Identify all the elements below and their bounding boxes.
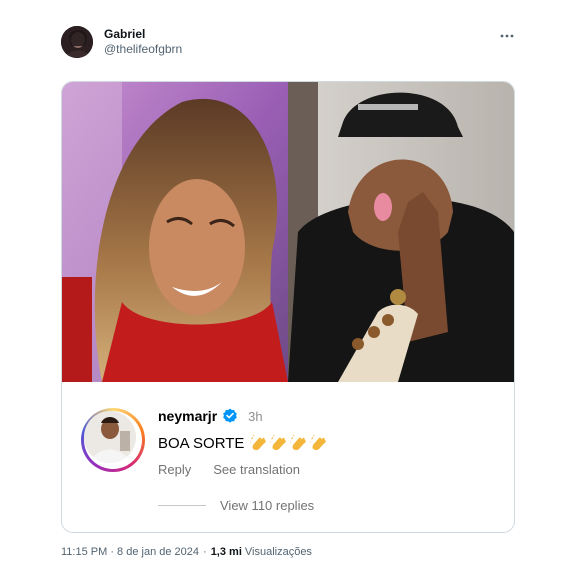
comment-text: BOA SORTE <box>158 434 330 452</box>
tweet-header: Gabriel @thelifeofgbrn <box>61 26 182 58</box>
woman-photo-image <box>62 82 288 382</box>
author-avatar[interactable] <box>61 26 93 58</box>
clapping-hands-emoji <box>310 434 327 451</box>
meta-separator: · <box>203 546 207 558</box>
man-photo-image <box>288 82 514 382</box>
author-handle[interactable]: @thelifeofgbrn <box>104 42 182 57</box>
commenter-username[interactable]: neymarjr <box>158 408 217 424</box>
see-translation-button[interactable]: See translation <box>213 462 300 477</box>
views-label: Visualizações <box>244 546 312 558</box>
commenter-avatar <box>84 411 136 463</box>
commenter-avatar-image <box>84 411 136 463</box>
view-replies-button[interactable]: View 110 replies <box>220 498 314 513</box>
tweet: Gabriel @thelifeofgbrn neymarjr 3h BOA S… <box>0 0 580 580</box>
verified-badge-icon <box>223 408 237 423</box>
photo-man <box>288 82 514 382</box>
replies-divider <box>158 505 206 506</box>
commenter-header: neymarjr 3h <box>158 408 263 424</box>
tweet-meta: 11:15 PM · 8 de jan de 2024 · 1,3 mi Vis… <box>61 546 312 558</box>
photo-collage <box>62 82 514 382</box>
clapping-hands-emoji <box>250 434 267 451</box>
comment-text-body: BOA SORTE <box>158 434 245 452</box>
author-display-name[interactable]: Gabriel <box>104 27 182 42</box>
views-count: 1,3 mi <box>210 546 242 558</box>
comment-time: 3h <box>248 408 263 424</box>
more-options-button[interactable] <box>497 26 517 46</box>
author-avatar-image <box>61 26 93 58</box>
clapping-emojis <box>250 434 330 452</box>
comment-actions: Reply See translation <box>158 462 300 477</box>
tweet-timestamp[interactable]: 11:15 PM · 8 de jan de 2024 <box>61 546 199 558</box>
author-names: Gabriel @thelifeofgbrn <box>104 27 182 57</box>
tweet-media-card[interactable]: neymarjr 3h BOA SORTE Reply See translat… <box>61 81 515 533</box>
photo-woman <box>62 82 288 382</box>
clapping-hands-emoji <box>290 434 307 451</box>
reply-button[interactable]: Reply <box>158 462 191 477</box>
commenter-avatar-story-ring[interactable] <box>81 408 145 472</box>
more-horizontal-icon <box>500 34 514 38</box>
instagram-comment: neymarjr 3h BOA SORTE Reply See translat… <box>62 382 514 532</box>
clapping-hands-emoji <box>270 434 287 451</box>
view-replies: View 110 replies <box>158 498 314 513</box>
